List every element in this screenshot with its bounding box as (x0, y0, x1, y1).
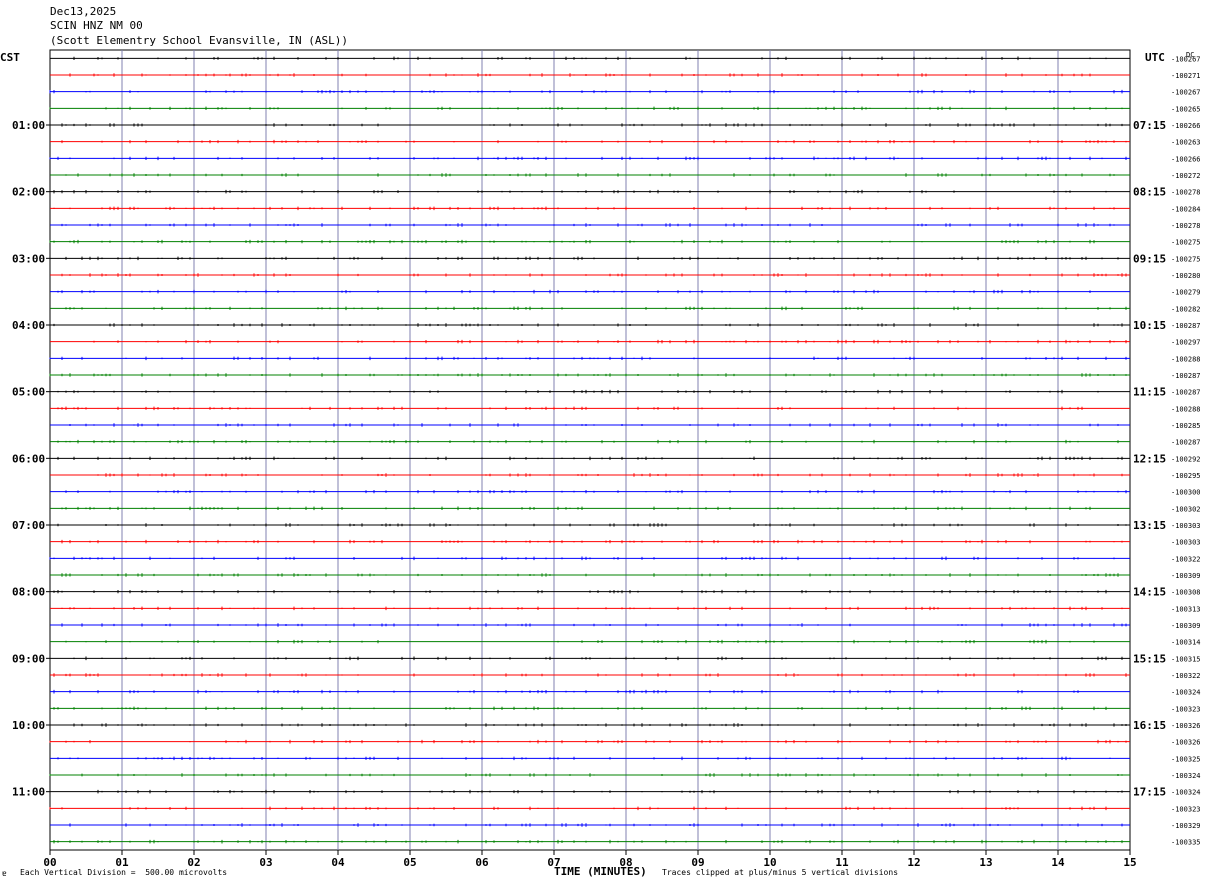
dc-offset-label: -100287 (1171, 439, 1201, 447)
utc-time-label: 13:15 (1133, 519, 1166, 532)
dc-offset-label: -100324 (1171, 789, 1201, 797)
dc-offset-label: -100275 (1171, 255, 1201, 263)
dc-offset-label: -100287 (1171, 389, 1201, 397)
dc-offset-label: -100287 (1171, 372, 1201, 380)
dc-offset-label: -100278 (1171, 222, 1201, 230)
cst-time-label: 04:00 (12, 319, 45, 332)
utc-time-label: 10:15 (1133, 319, 1166, 332)
utc-time-label: 14:15 (1133, 586, 1166, 599)
dc-offset-label: -100279 (1171, 289, 1201, 297)
cst-time-label: 02:00 (12, 186, 45, 199)
utc-zone-label: UTC (1145, 51, 1165, 64)
x-tick-label: 15 (1123, 856, 1136, 869)
dc-offset-label: -100297 (1171, 339, 1201, 347)
dc-offset-label: -100288 (1171, 355, 1201, 363)
dc-offset-label: -100324 (1171, 689, 1201, 697)
dc-offset-label: -100287 (1171, 322, 1201, 330)
plot-frame (49, 49, 1131, 851)
dc-offset-label: -100326 (1171, 739, 1201, 747)
dc-offset-label: -100275 (1171, 239, 1201, 247)
dc-offset-label: -100267 (1171, 89, 1201, 97)
dc-offset-label: -100284 (1171, 205, 1201, 213)
dc-offset-label: -100326 (1171, 722, 1201, 730)
dc-offset-label: -100266 (1171, 155, 1201, 163)
cst-zone-label: CST (0, 51, 20, 64)
cst-time-label: 03:00 (12, 252, 45, 265)
utc-time-label: 12:15 (1133, 452, 1166, 465)
x-tick-label: 12 (907, 856, 920, 869)
dc-offset-label: -100292 (1171, 455, 1201, 463)
utc-time-label: 16:15 (1133, 719, 1166, 732)
dc-offset-label: -100282 (1171, 305, 1201, 313)
dc-offset-label: -100303 (1171, 522, 1201, 530)
dc-offset-label: -100300 (1171, 489, 1201, 497)
cst-time-label: 05:00 (12, 386, 45, 399)
dc-offset-label: -100322 (1171, 555, 1201, 563)
dc-offset-label: -100285 (1171, 422, 1201, 430)
clip-note: Traces clipped at plus/minus 5 vertical … (662, 868, 899, 877)
dc-offset-label: -100315 (1171, 655, 1201, 663)
utc-time-label: 09:15 (1133, 252, 1166, 265)
dc-offset-label: -100335 (1171, 839, 1201, 847)
dc-offset-label: -100324 (1171, 772, 1201, 780)
utc-time-label: 08:15 (1133, 186, 1166, 199)
dc-offset-label: -100314 (1171, 639, 1201, 647)
cst-time-label: 11:00 (12, 786, 45, 799)
dc-offset-label: -100323 (1171, 805, 1201, 813)
cst-time-label: 06:00 (12, 452, 45, 465)
x-tick-label: 03 (259, 856, 272, 869)
utc-time-label: 11:15 (1133, 386, 1166, 399)
plot-grid (49, 49, 1131, 851)
x-axis-title: TIME (MINUTES) (554, 865, 647, 878)
dc-offset-label: -100278 (1171, 189, 1201, 197)
utc-time-label: 17:15 (1133, 786, 1166, 799)
dc-offset-label: -100302 (1171, 505, 1201, 513)
trace-lines (49, 56, 1130, 844)
dc-offset-label: -100329 (1171, 822, 1201, 830)
dc-offset-label: -100323 (1171, 705, 1201, 713)
x-tick-label: 05 (403, 856, 416, 869)
dc-offset-label: -100309 (1171, 622, 1201, 630)
dc-offset-label: -100303 (1171, 539, 1201, 547)
utc-time-label: 07:15 (1133, 119, 1166, 132)
utc-time-label: 15:15 (1133, 652, 1166, 665)
cst-time-label: 07:00 (12, 519, 45, 532)
cst-time-label: 10:00 (12, 719, 45, 732)
dc-offset-label: -100308 (1171, 589, 1201, 597)
dc-offset-label: -100265 (1171, 105, 1201, 113)
dc-offset-label: -100263 (1171, 139, 1201, 147)
x-tick-label: 06 (475, 856, 489, 869)
cst-time-label: 01:00 (12, 119, 45, 132)
x-tick-label: 04 (331, 856, 345, 869)
dc-offset-label: -100325 (1171, 755, 1201, 763)
dc-offset-label: -100313 (1171, 605, 1201, 613)
dc-offset-label: -100271 (1171, 72, 1201, 80)
plot-labels: 00 01 02 03 04 05 06 07 08 09 10 11 12 13 14 15CST UTC DC… (0, 51, 1201, 869)
x-tick-label: 14 (1051, 856, 1065, 869)
dc-offset-label: -100295 (1171, 472, 1201, 480)
dc-offset-label: -100309 (1171, 572, 1201, 580)
corner-mark: ɐ (2, 869, 7, 878)
x-tick-label: 13 (979, 856, 992, 869)
cst-time-label: 09:00 (12, 652, 45, 665)
dc-offset-label: -100272 (1171, 172, 1201, 180)
dc-offset-label: -100266 (1171, 122, 1201, 130)
dc-offset-label: -100267 (1171, 55, 1201, 63)
scale-note: Each Vertical Division = 500.00 microvol… (20, 868, 228, 877)
dc-offset-label: -100288 (1171, 405, 1201, 413)
dc-offset-label: -100322 (1171, 672, 1201, 680)
cst-time-label: 08:00 (12, 586, 45, 599)
helicorder-plot: 00 01 02 03 04 05 06 07 08 09 10 11 12 13 14 15CST UTC DC… (0, 49, 1201, 869)
dc-offset-label: -100280 (1171, 272, 1201, 280)
